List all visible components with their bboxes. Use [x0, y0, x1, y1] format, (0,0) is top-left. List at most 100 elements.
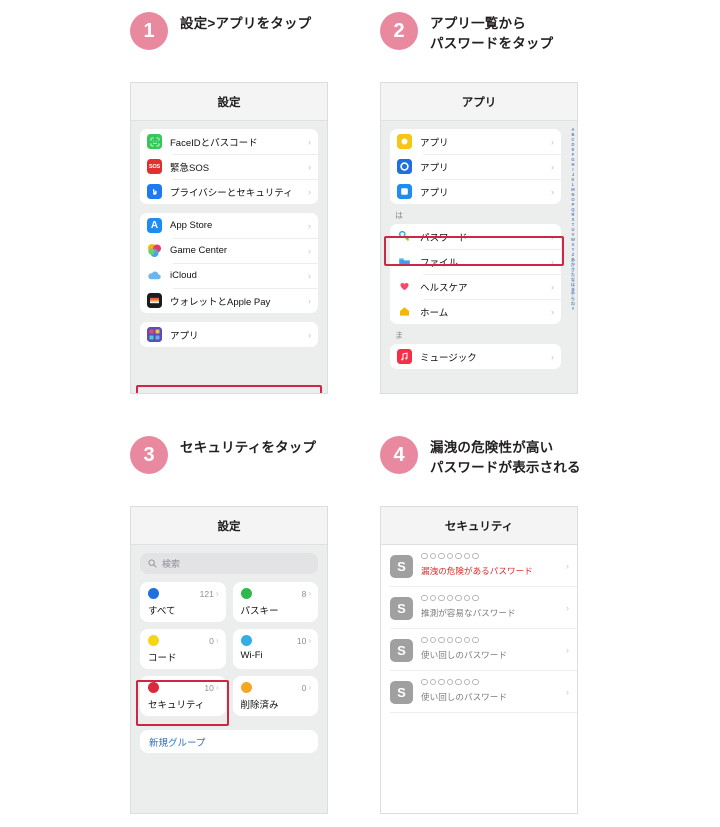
- apps-group-2: パスワード › ファイル › ヘルスケア › ホーム ›: [390, 224, 561, 324]
- settings-row-apps[interactable]: アプリ ›: [140, 322, 318, 347]
- chevron-right-icon: ›: [551, 256, 554, 267]
- apps-row-generic-3[interactable]: アプリ ›: [390, 179, 561, 204]
- phone-screen-passwords: 設定 検索 121 › すべて 8 › パスキー 0 › コード 10 › Wi…: [130, 506, 328, 814]
- tile-count-value: 0: [301, 682, 307, 693]
- chevron-right-icon: ›: [215, 683, 219, 692]
- tile-label: パスキー: [240, 606, 279, 617]
- settings-row-gamecenter[interactable]: Game Center ›: [140, 238, 318, 263]
- apps-row-label: ミュージック: [420, 352, 477, 364]
- apps-row-label: ホーム: [420, 307, 449, 319]
- nav-title: セキュリティ: [444, 520, 514, 533]
- chevron-right-icon: ›: [308, 636, 311, 645]
- tile-top: 0 ›: [148, 635, 219, 646]
- chevron-right-icon: ›: [308, 245, 311, 256]
- category-dot-icon: [240, 635, 252, 646]
- phone-screen-security: セキュリティ S 漏洩の危険があるパスワード › S 推測が容易なパスワード ›…: [380, 506, 578, 814]
- app-yellow-icon: [397, 134, 412, 149]
- category-dot-icon: [148, 682, 159, 693]
- phone-screen-apps: アプリ アプリ › アプリ › アプリ › は パスワード › ファイル › ヘ…: [380, 82, 578, 394]
- settings-row-icloud[interactable]: iCloud ›: [140, 263, 318, 288]
- appstore-icon: A: [147, 218, 162, 233]
- apps-icon: [147, 327, 162, 342]
- settings-row-sos[interactable]: SOS 緊急SOS ›: [140, 154, 318, 179]
- tile-codes[interactable]: 0 › コード: [140, 629, 226, 669]
- search-icon: [148, 559, 157, 568]
- apps-row-music[interactable]: ミュージック ›: [390, 344, 561, 369]
- tile-count-value: 10: [204, 682, 214, 693]
- nav-bar-security: セキュリティ: [381, 507, 577, 545]
- alphabet-index-letter[interactable]: #: [572, 306, 574, 311]
- tile-label: 削除済み: [240, 700, 279, 711]
- security-row-reused-1[interactable]: S 使い回しのパスワード ›: [381, 629, 577, 671]
- security-row-reused-2[interactable]: S 使い回しのパスワード ›: [381, 671, 577, 713]
- security-row-text: 使い回しのパスワード: [421, 678, 558, 706]
- step-2-cell: 2 アプリ一覧から パスワードをタップ アプリ アプリ › アプリ › アプリ …: [380, 12, 630, 422]
- masked-password: [421, 678, 558, 686]
- search-input[interactable]: 検索: [140, 553, 318, 574]
- step-1-cell: 1 設定>アプリをタップ 設定 FaceIDとパスコード › SOS 緊急SOS…: [130, 12, 380, 422]
- tile-count-value: 121: [199, 588, 214, 599]
- security-row-weak[interactable]: S 推測が容易なパスワード ›: [381, 587, 577, 629]
- apps-row-label: ファイル: [420, 257, 459, 269]
- tile-count: 10 ›: [204, 683, 218, 693]
- settings-group-2: A App Store › Game Center › iCloud › ウォレ…: [140, 213, 318, 313]
- tile-label: すべて: [148, 606, 176, 617]
- settings-scroll-body: FaceIDとパスコード › SOS 緊急SOS › プライバシーとセキュリティ…: [131, 121, 327, 393]
- apps-row-generic-1[interactable]: アプリ ›: [390, 129, 561, 154]
- security-row-subtitle: 推測が容易なパスワード: [421, 608, 516, 619]
- settings-row-wallet[interactable]: ウォレットとApple Pay ›: [140, 288, 318, 313]
- icloud-icon: [147, 268, 162, 283]
- nav-title: 設定: [217, 96, 241, 109]
- tile-deleted[interactable]: 0 › 削除済み: [232, 676, 318, 716]
- sos-icon: SOS: [147, 159, 162, 174]
- tile-passkeys[interactable]: 8 › パスキー: [232, 582, 318, 622]
- apps-row-passwords[interactable]: パスワード ›: [390, 224, 561, 249]
- tile-label: セキュリティ: [148, 700, 205, 711]
- step-1-number: 1: [130, 12, 168, 50]
- security-row-subtitle: 使い回しのパスワード: [421, 650, 507, 661]
- apps-row-health[interactable]: ヘルスケア ›: [390, 274, 561, 299]
- settings-row-privacy[interactable]: プライバシーとセキュリティ ›: [140, 179, 318, 204]
- settings-row-label: 緊急SOS: [170, 162, 210, 174]
- chevron-right-icon: ›: [566, 687, 569, 697]
- tile-label: コード: [148, 653, 177, 664]
- category-dot-icon: [240, 682, 252, 693]
- tile-wifi[interactable]: 10 › Wi-Fi: [232, 629, 318, 669]
- category-tiles: 121 › すべて 8 › パスキー 0 › コード 10 › Wi-Fi 10…: [140, 582, 318, 716]
- category-dot-icon: [240, 588, 252, 599]
- step-3-title: セキュリティをタップ: [180, 440, 317, 455]
- masked-password: [421, 636, 558, 644]
- site-avatar: S: [390, 596, 413, 620]
- settings-row-faceid[interactable]: FaceIDとパスコード ›: [140, 129, 318, 154]
- step-3-header: 3 セキュリティをタップ: [130, 436, 380, 492]
- chevron-right-icon: ›: [308, 329, 311, 340]
- nav-title: 設定: [217, 520, 241, 533]
- tile-all[interactable]: 121 › すべて: [140, 582, 226, 622]
- apps-row-generic-2[interactable]: アプリ ›: [390, 154, 561, 179]
- chevron-right-icon: ›: [551, 136, 554, 147]
- step-3-number: 3: [130, 436, 168, 474]
- tile-top: 8 ›: [240, 588, 311, 599]
- alphabet-index[interactable]: A B C D E F G H I J K L M N O P Q R S T U V W X Y Z あかさたなはまやらわ #: [571, 127, 575, 311]
- settings-row-appstore[interactable]: A App Store ›: [140, 213, 318, 238]
- settings-row-label: プライバシーとセキュリティ: [170, 187, 293, 199]
- category-dot-icon: [148, 635, 159, 646]
- apps-row-label: パスワード: [420, 232, 468, 244]
- search-placeholder: 検索: [162, 559, 181, 569]
- apps-row-label: アプリ: [420, 187, 449, 199]
- new-group-button[interactable]: 新規グループ: [140, 730, 318, 753]
- tile-count-value: 0: [209, 635, 214, 646]
- step-4-cell: 4 漏洩の危険性が高い パスワードが表示される セキュリティ S 漏洩の危険があ…: [380, 422, 630, 822]
- chevron-right-icon: ›: [551, 231, 554, 242]
- chevron-right-icon: ›: [566, 645, 569, 655]
- tile-count: 0 ›: [302, 683, 311, 693]
- tile-security[interactable]: 10 › セキュリティ: [140, 676, 226, 716]
- step-4-header: 4 漏洩の危険性が高い パスワードが表示される: [380, 436, 630, 492]
- music-icon: [397, 349, 412, 364]
- apps-row-files[interactable]: ファイル ›: [390, 249, 561, 274]
- tile-count-value: 10: [296, 635, 307, 646]
- tile-top: 121 ›: [148, 588, 219, 599]
- security-row-breached[interactable]: S 漏洩の危険があるパスワード ›: [381, 545, 577, 587]
- apps-row-home[interactable]: ホーム ›: [390, 299, 561, 324]
